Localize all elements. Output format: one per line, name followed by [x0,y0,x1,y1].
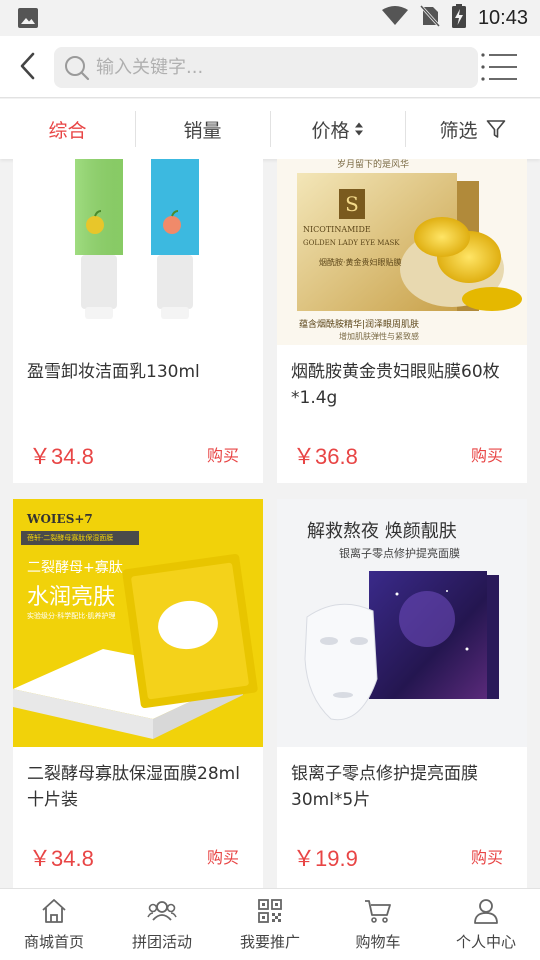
image-text: GOLDEN LADY EYE MASK [303,239,400,247]
nav-label: 商城首页 [23,933,84,951]
product-price: ￥19.9 [293,846,358,871]
tab-sales[interactable]: 销量 [135,99,270,159]
tab-label: 价格 [311,119,350,142]
buy-button[interactable]: 购买 [471,442,503,466]
tab-label: 销量 [183,119,222,142]
tab-comprehensive[interactable]: 综合 [0,99,135,159]
nav-group-buy[interactable]: 拼团活动 [108,889,216,960]
wifi-icon [381,6,408,30]
nav-label: 个人中心 [455,933,516,951]
product-image: WOIES+7 蓓轩·二裂酵母寡肽保湿面膜 二裂酵母+寡肽 水润亮肤 实验级分·… [13,499,263,747]
sort-bar: 综合 销量 价格 筛选 [0,99,540,159]
image-text: 二裂酵母+寡肽 [27,560,123,576]
product-price: ￥34.8 [29,846,94,871]
search-icon [65,56,90,81]
product-card[interactable]: S 岁月留下的是风华 NICOTINAMIDE GOLDEN LADY EYE … [277,159,527,483]
bottom-nav: 商城首页 拼团活动 我要推广 购物车 个人中心 [0,888,540,960]
back-button[interactable] [10,48,44,84]
image-icon [18,8,38,32]
image-text: 解救熬夜 焕颜靓肤 [307,521,457,542]
image-text: WOIES+7 [27,512,93,526]
user-icon [474,899,498,924]
nav-label: 拼团活动 [131,933,192,951]
product-price: ￥36.8 [293,444,358,469]
image-text: 水润亮肤 [27,585,116,610]
back-chevron-icon [20,52,35,80]
search-box[interactable] [54,47,478,88]
product-name: 二裂酵母寡肽保湿面膜28ml十片装 [27,764,240,810]
search-input[interactable] [96,47,466,88]
tab-label: 筛选 [439,119,478,142]
image-text: 烟酰胺·黄金贵妇眼贴膜 [319,258,402,267]
list-menu-icon [481,53,517,81]
image-text: 实验级分·科学配比·肌养护理 [27,612,116,620]
no-sim-icon [419,4,441,31]
image-text: 岁月留下的是风华 [337,160,410,170]
menu-button[interactable] [478,50,520,84]
product-card[interactable]: 盈雪卸妆洁面乳130ml ￥34.8 购买 [13,159,263,483]
qrcode-icon [258,899,282,923]
product-grid: 盈雪卸妆洁面乳130ml ￥34.8 购买 S 岁月留下的是风华 NICOTIN… [0,159,540,888]
nav-cart[interactable]: 购物车 [324,889,432,960]
sort-arrows-icon [354,121,364,137]
product-card[interactable]: WOIES+7 蓓轩·二裂酵母寡肽保湿面膜 二裂酵母+寡肽 水润亮肤 实验级分·… [13,499,263,888]
product-card[interactable]: 解救熬夜 焕颜靓肤 银离子零点修护提亮面膜 银离子零点修护提亮面膜30ml*5片… [277,499,527,888]
home-icon [42,899,66,923]
image-text: 蕴含烟酰胺精华|润泽眼周肌肤 [299,320,420,330]
filter-icon [486,119,506,139]
nav-label: 购物车 [355,933,401,951]
image-text: NICOTINAMIDE [303,225,371,234]
nav-promote[interactable]: 我要推广 [216,889,324,960]
product-image: S 岁月留下的是风华 NICOTINAMIDE GOLDEN LADY EYE … [277,159,527,345]
cart-icon [365,900,391,923]
tab-filter[interactable]: 筛选 [405,99,540,159]
tab-label: 综合 [48,119,87,142]
image-text: 蓓轩·二裂酵母寡肽保湿面膜 [27,534,114,542]
product-price: ￥34.8 [29,444,94,469]
product-image: 解救熬夜 焕颜靓肤 银离子零点修护提亮面膜 [277,499,527,747]
svg-text:S: S [345,192,359,216]
tab-price[interactable]: 价格 [270,99,405,159]
product-name: 银离子零点修护提亮面膜30ml*5片 [291,764,478,810]
group-icon [147,901,177,921]
nav-profile[interactable]: 个人中心 [432,889,540,960]
status-bar: 10:43 [0,0,540,36]
product-image [13,159,263,345]
header [0,36,540,98]
image-text: 增加肌肤弹性与紧致感 [339,332,419,341]
nav-home[interactable]: 商城首页 [0,889,108,960]
buy-button[interactable]: 购买 [471,844,503,868]
battery-charging-icon [451,4,466,32]
nav-label: 我要推广 [239,933,300,951]
product-name: 盈雪卸妆洁面乳130ml [27,362,200,382]
product-name: 烟酰胺黄金贵妇眼贴膜60枚*1.4g [291,362,500,408]
buy-button[interactable]: 购买 [207,844,239,868]
buy-button[interactable]: 购买 [207,442,239,466]
clock-time: 10:43 [477,6,528,29]
image-text: 银离子零点修护提亮面膜 [339,547,460,560]
